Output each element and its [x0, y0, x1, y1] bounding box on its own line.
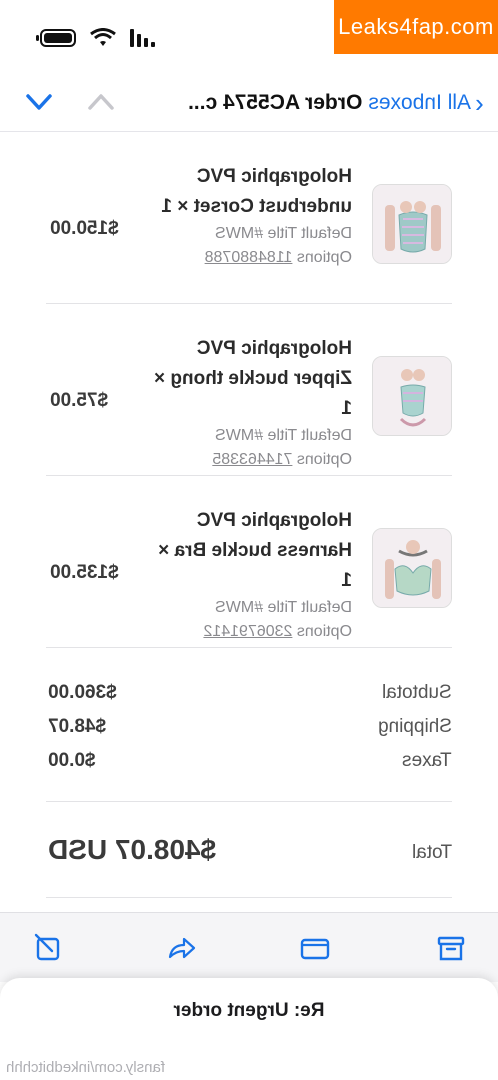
product-image — [372, 184, 452, 264]
product-variant: Default Title #MWS — [215, 225, 352, 242]
message-subject: Order AC5574 c... — [188, 91, 363, 114]
back-button[interactable]: ‹ All Inboxes — [368, 88, 484, 118]
shipping-label: Shipping — [378, 716, 452, 737]
reply-forward-icon[interactable] — [166, 933, 196, 963]
options-label: Options — [296, 451, 352, 468]
product-image — [372, 528, 452, 608]
reply-draft-sheet[interactable]: Re: Urgent order fansly.com/inkedbitchhh — [0, 978, 498, 1080]
line-price: $150.00 — [50, 218, 119, 239]
wifi-icon — [90, 28, 116, 46]
taxes-label: Taxes — [402, 750, 452, 771]
product-options: Options 1184880788 — [152, 246, 352, 270]
product-name: Holographic PVC underbust Corset × 1 — [161, 166, 352, 217]
product-image — [372, 356, 452, 436]
shipping-row: Shipping $48.07 — [46, 716, 452, 750]
watermark: Leaks4fap.com — [334, 0, 498, 54]
subtotal-value: $360.00 — [48, 682, 117, 703]
taxes-value: $0.00 — [48, 750, 96, 771]
status-bar: Leaks4fap.com — [0, 0, 498, 72]
total-value: $408.07 USD — [48, 834, 217, 865]
reply-subject: Re: Urgent order — [173, 1000, 325, 1021]
options-number[interactable]: 1184880788 — [205, 249, 293, 266]
email-body: Holographic PVC underbust Corset × 1 Def… — [0, 132, 498, 898]
compose-icon[interactable] — [34, 933, 64, 963]
order-line-item: Holographic PVC underbust Corset × 1 Def… — [46, 132, 452, 304]
grand-total-row: Total $408.07 USD — [46, 802, 452, 898]
options-number[interactable]: 2306791412 — [203, 623, 292, 640]
mail-nav-bar: ‹ All Inboxes Order AC5574 c... — [0, 72, 498, 132]
product-options: Options 714463385 — [152, 448, 352, 472]
order-totals: Subtotal $360.00 Shipping $48.07 Taxes $… — [46, 648, 452, 802]
order-line-item: Holographic PVC Zipper buckle thong × 1 … — [46, 304, 452, 476]
options-label: Options — [296, 623, 352, 640]
product-variant: Default Title #MWS — [215, 427, 352, 444]
back-label: All Inboxes — [368, 91, 472, 114]
shipping-value: $48.07 — [48, 716, 107, 737]
subtotal-label: Subtotal — [382, 682, 452, 703]
taxes-row: Taxes $0.00 — [46, 750, 452, 784]
options-label: Options — [296, 249, 352, 266]
options-number[interactable]: 714463385 — [212, 451, 292, 468]
previous-message-icon[interactable] — [86, 88, 116, 116]
mail-toolbar — [0, 912, 498, 982]
battery-icon — [36, 29, 76, 47]
folder-icon[interactable] — [300, 933, 330, 963]
signal-icon — [130, 29, 155, 47]
line-price: $75.00 — [50, 390, 109, 411]
nav-title: ‹ All Inboxes Order AC5574 c... — [188, 88, 484, 118]
line-price: $135.00 — [50, 562, 119, 583]
next-message-icon[interactable] — [24, 88, 54, 116]
product-name: Holographic PVC Zipper buckle thong × 1 — [154, 338, 352, 419]
total-label: Total — [411, 842, 452, 863]
order-line-item: Holographic PVC Harness buckle Bra × 1 D… — [46, 476, 452, 648]
chevron-left-icon: ‹ — [475, 88, 484, 118]
product-name: Holographic PVC Harness buckle Bra × 1 — [158, 510, 352, 591]
source-credit: fansly.com/inkedbitchhh — [6, 1059, 165, 1076]
archive-icon[interactable] — [436, 933, 466, 963]
subtotal-row: Subtotal $360.00 — [46, 682, 452, 716]
product-options: Options 2306791412 — [152, 620, 352, 644]
product-variant: Default Title #MWS — [215, 599, 352, 616]
